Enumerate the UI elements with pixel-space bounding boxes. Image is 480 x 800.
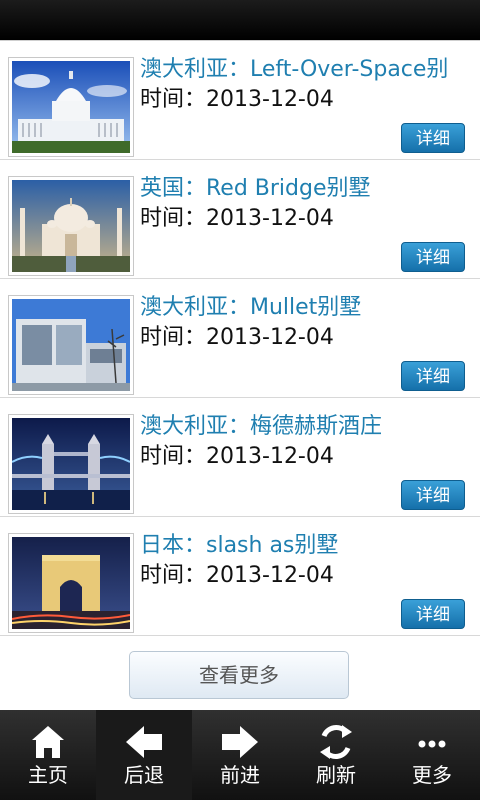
item-title[interactable]: 日本：slash as别墅	[140, 531, 475, 561]
item-title[interactable]: 澳大利亚：Mullet别墅	[140, 293, 475, 323]
item-time: 时间：2013-12-04	[140, 85, 334, 115]
detail-button[interactable]: 详细	[401, 361, 465, 391]
detail-button[interactable]: 详细	[401, 242, 465, 272]
refresh-icon	[320, 725, 352, 759]
list-item[interactable]: 英国：Red Bridge别墅 时间：2013-12-04 详细	[0, 160, 480, 279]
list-item[interactable]: 澳大利亚：梅德赫斯酒庄 时间：2013-12-04 详细	[0, 398, 480, 517]
time-label: 时间：	[140, 206, 207, 231]
tab-label: 后退	[124, 763, 164, 787]
item-date: 2013-12-04	[206, 206, 334, 231]
top-bar	[0, 0, 480, 41]
tab-refresh[interactable]: 刷新	[288, 710, 384, 800]
thumbnail-capitol-building[interactable]	[8, 57, 134, 157]
item-title[interactable]: 澳大利亚：梅德赫斯酒庄	[140, 412, 475, 442]
thumbnail-tower-bridge[interactable]	[8, 414, 134, 514]
modern-glass-building-image	[12, 299, 130, 391]
list-item[interactable]: 日本：slash as别墅 时间：2013-12-04 详细	[0, 517, 480, 636]
tab-more[interactable]: 更多	[384, 710, 480, 800]
view-more-button[interactable]: 查看更多	[129, 651, 349, 699]
item-time: 时间：2013-12-04	[140, 561, 334, 591]
thumbnail-arc-de-triomphe[interactable]	[8, 533, 134, 633]
tab-label: 主页	[28, 763, 68, 787]
time-label: 时间：	[140, 563, 207, 588]
item-time: 时间：2013-12-04	[140, 442, 334, 472]
time-label: 时间：	[140, 87, 207, 112]
item-title[interactable]: 英国：Red Bridge别墅	[140, 174, 475, 204]
more-dots-icon	[418, 740, 446, 748]
tab-label: 前进	[220, 763, 260, 787]
item-date: 2013-12-04	[206, 444, 334, 469]
article-list: 澳大利亚：Left-Over-Space别 时间：2013-12-04 详细 英…	[0, 41, 480, 636]
time-label: 时间：	[140, 325, 207, 350]
more-area: 查看更多	[0, 636, 480, 710]
capitol-building-image	[12, 61, 130, 153]
arrow-left-icon	[126, 726, 162, 758]
item-date: 2013-12-04	[206, 563, 334, 588]
arrow-right-icon	[222, 726, 258, 758]
tab-forward[interactable]: 前进	[192, 710, 288, 800]
item-date: 2013-12-04	[206, 87, 334, 112]
thumbnail-modern-building[interactable]	[8, 295, 134, 395]
time-label: 时间：	[140, 444, 207, 469]
bottom-tab-bar: 主页 后退 前进 刷新 更多	[0, 710, 480, 800]
tower-bridge-night-image	[12, 418, 130, 510]
item-date: 2013-12-04	[206, 325, 334, 350]
item-time: 时间：2013-12-04	[140, 204, 334, 234]
thumbnail-taj-mahal[interactable]	[8, 176, 134, 276]
tab-label: 更多	[412, 763, 452, 787]
detail-button[interactable]: 详细	[401, 599, 465, 629]
item-time: 时间：2013-12-04	[140, 323, 334, 353]
taj-mahal-image	[12, 180, 130, 272]
item-title[interactable]: 澳大利亚：Left-Over-Space别	[140, 55, 475, 85]
tab-back[interactable]: 后退	[96, 710, 192, 800]
tab-home[interactable]: 主页	[0, 710, 96, 800]
list-item[interactable]: 澳大利亚：Mullet别墅 时间：2013-12-04 详细	[0, 279, 480, 398]
arc-de-triomphe-night-image	[12, 537, 130, 629]
detail-button[interactable]: 详细	[401, 123, 465, 153]
list-item[interactable]: 澳大利亚：Left-Over-Space别 时间：2013-12-04 详细	[0, 41, 480, 160]
home-icon	[32, 726, 64, 758]
detail-button[interactable]: 详细	[401, 480, 465, 510]
tab-label: 刷新	[316, 763, 356, 787]
